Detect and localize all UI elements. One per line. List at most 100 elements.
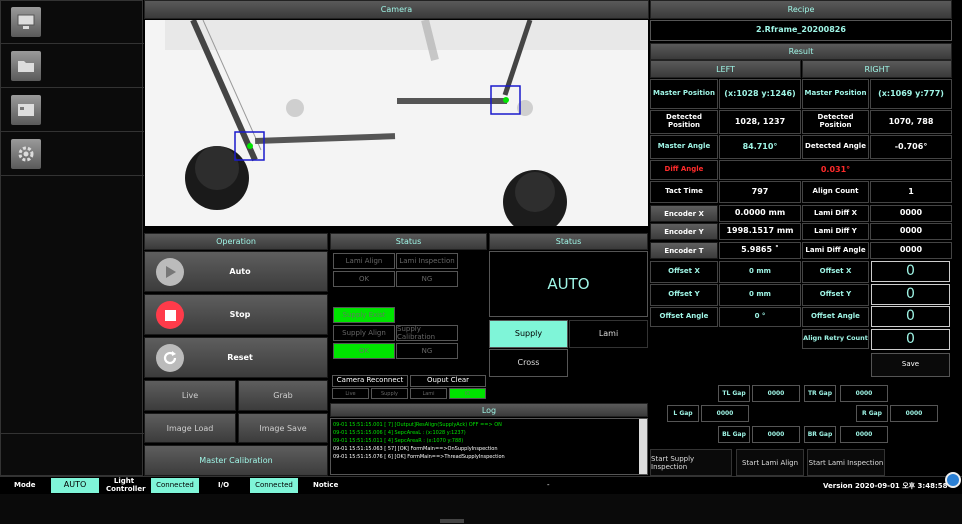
left-master-angle: 84.710°	[719, 135, 801, 159]
log-line: 09-01 15:51:15.001 [ 7] [Output]ResAlign…	[333, 422, 502, 428]
sidebar-item-monitor[interactable]	[1, 1, 144, 44]
supply-tab[interactable]: Supply	[489, 320, 568, 348]
recipe-title: Recipe	[787, 5, 815, 14]
log-line: 09-01 15:51:15.063 [ 57] [OK] FormMain==…	[333, 446, 498, 452]
supply-indicator: Supply	[371, 388, 408, 399]
lami-tab[interactable]: Lami	[569, 320, 648, 348]
offset-angle: 0 °	[719, 307, 801, 327]
gear-icon	[11, 139, 41, 169]
offset-angle-right-label: Offset Angle	[802, 307, 869, 327]
tr-gap: 0000	[840, 385, 888, 402]
encoder-t-button[interactable]: Encoder T	[650, 242, 718, 259]
supply-align-ok: OK	[333, 343, 395, 359]
log-scrollbar[interactable]	[639, 419, 647, 474]
camera-header: Camera	[144, 0, 649, 19]
operation-title: Operation	[216, 237, 256, 246]
right-detected-position: 1070, 788	[870, 110, 952, 134]
encoder-x-button[interactable]: Encoder X	[650, 205, 718, 222]
offset-x-right-label: Offset X	[802, 261, 869, 283]
output-clear-button[interactable]: Ouput Clear	[410, 375, 486, 387]
detected-angle-label: Detected Angle	[802, 135, 869, 159]
start-lami-align-button[interactable]: Start Lami Align	[736, 449, 804, 476]
live-button[interactable]: Live	[144, 380, 236, 411]
log-line: 09-01 15:51:15.006 [ 4] SepcAreaL : (x:1…	[333, 430, 466, 436]
version-text: Version 2020-09-01 오후 3:48:58	[823, 482, 948, 490]
left-master-position: (x:1028 y:1246)	[719, 79, 801, 109]
folder-icon	[11, 51, 41, 81]
bl-gap-label: BL Gap	[718, 426, 750, 443]
supply-exist-indicator: Supply Exist	[333, 307, 395, 323]
log-line: 09-01 15:51:15.011 [ 4] SepcAreaR : (x:1…	[333, 438, 464, 444]
master-angle-label: Master Angle	[650, 135, 718, 159]
lami-diff-angle: 0000	[870, 242, 952, 259]
log-header: Log	[330, 403, 648, 417]
lami-inspection-ng: NG	[396, 271, 458, 287]
log-panel[interactable]: 09-01 15:51:15.001 [ 7] [Output]ResAlign…	[330, 418, 648, 475]
status-title-1: Status	[395, 237, 422, 246]
right-detected-angle: -0.706°	[870, 135, 952, 159]
align-retry-label: Align Retry Count	[802, 329, 869, 349]
lami-align-ok: OK	[333, 271, 395, 287]
sidebar-item-settings[interactable]	[1, 133, 144, 176]
start-supply-inspection-button[interactable]: Start Supply Inspection	[650, 449, 732, 476]
align-retry-input[interactable]: 0	[871, 329, 950, 350]
operation-header: Operation	[144, 233, 328, 250]
tact-time: 797	[719, 181, 801, 203]
right-master-position-label: Master Position	[802, 79, 869, 109]
status-header-1: Status	[330, 233, 487, 250]
io-indicator: IO	[449, 388, 486, 399]
lami-diff-x-label: Lami Diff X	[802, 205, 869, 222]
reset-button[interactable]: Reset	[144, 337, 328, 378]
play-icon	[156, 258, 184, 286]
master-position-label: Master Position	[650, 79, 718, 109]
log-title: Log	[481, 405, 497, 415]
offset-angle-label: Offset Angle	[650, 307, 718, 327]
master-calibration-button[interactable]: Master Calibration	[144, 445, 328, 476]
encoder-x: 0.0000 mm	[719, 205, 801, 222]
bottom-strip	[0, 494, 962, 524]
recipe-header: Recipe	[650, 0, 952, 19]
encoder-y: 1998.1517 mm	[719, 223, 801, 240]
auto-label: Auto	[229, 267, 251, 276]
log-line: 09-01 15:51:15.076 [ 6] [OK] FormMain==>…	[333, 454, 505, 460]
cross-tab[interactable]: Cross	[489, 349, 568, 377]
lami-diff-angle-label: Lami Diff Angle	[802, 242, 869, 259]
id-card-icon	[11, 95, 41, 125]
io-status: Connected	[250, 478, 298, 493]
notice-label: Notice	[313, 481, 339, 489]
lami-inspection-indicator: Lami Inspection	[396, 253, 458, 269]
image-load-button[interactable]: Image Load	[144, 413, 236, 443]
stop-button[interactable]: Stop	[144, 294, 328, 335]
sidebar-item-folder[interactable]	[1, 45, 144, 88]
start-lami-inspection-button[interactable]: Start Lami Inspection	[807, 449, 885, 476]
l-gap-label: L Gap	[667, 405, 699, 422]
align-count: 1	[870, 181, 952, 203]
lami-diff-y: 0000	[870, 223, 952, 240]
encoder-y-button[interactable]: Encoder Y	[650, 223, 718, 240]
stop-icon	[156, 301, 184, 329]
lami-indicator: Lami	[410, 388, 447, 399]
tl-gap: 0000	[752, 385, 800, 402]
camera-view[interactable]	[145, 20, 648, 226]
auto-button[interactable]: Auto	[144, 251, 328, 292]
right-title: RIGHT	[864, 64, 890, 74]
recipe-name[interactable]: 2.Rframe_20200826	[650, 20, 952, 41]
offset-angle-right-input[interactable]: 0	[871, 306, 950, 327]
bottom-scroll-handle[interactable]	[440, 519, 464, 523]
offset-x-right-input[interactable]: 0	[871, 261, 950, 282]
live-indicator: Live	[332, 388, 369, 399]
taskbar-icon[interactable]	[945, 472, 961, 488]
encoder-t: 5.9865 ˚	[719, 242, 801, 259]
status-header-2: Status	[489, 233, 648, 250]
sidebar-item-card[interactable]	[1, 89, 144, 132]
sidebar	[0, 0, 144, 476]
left-header: LEFT	[650, 60, 801, 78]
offset-y-label: Offset Y	[650, 284, 718, 306]
image-save-button[interactable]: Image Save	[238, 413, 328, 443]
camera-reconnect-button[interactable]: Camera Reconnect	[332, 375, 408, 387]
mode-display: AUTO	[489, 251, 648, 317]
tl-gap-label: TL Gap	[718, 385, 750, 402]
offset-y-right-input[interactable]: 0	[871, 284, 950, 305]
save-button[interactable]: Save	[871, 353, 950, 377]
grab-button[interactable]: Grab	[238, 380, 328, 411]
